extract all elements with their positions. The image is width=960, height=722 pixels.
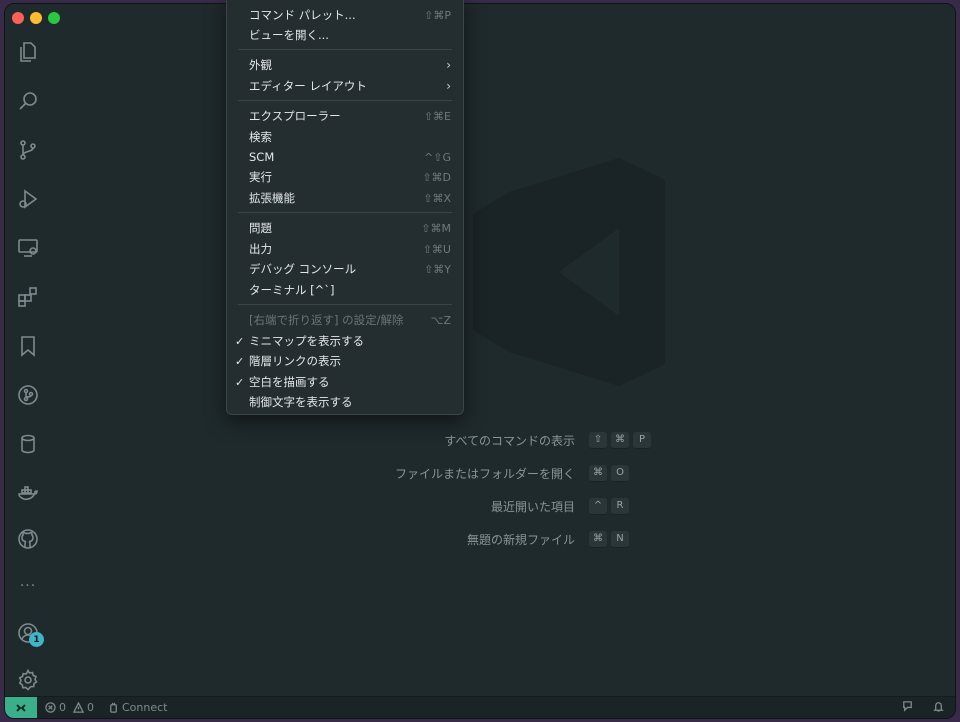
checkmark-icon: ✓ xyxy=(235,375,245,389)
source-control-icon[interactable] xyxy=(16,138,40,162)
extensions-icon[interactable] xyxy=(16,285,40,309)
shortcut-open-file-folder[interactable]: ファイルまたはフォルダーを開く ⌘ O xyxy=(395,463,629,483)
plug-icon xyxy=(110,702,117,713)
problems-indicator[interactable]: 0 0 xyxy=(45,701,94,714)
github-icon[interactable] xyxy=(16,527,40,551)
maximize-window-button[interactable] xyxy=(48,12,60,24)
menu-item-debug-console[interactable]: デバッグ コンソール ⇧⌘Y xyxy=(227,259,463,279)
key-cap: ^ xyxy=(589,497,607,515)
docker-icon[interactable] xyxy=(16,481,40,505)
menu-item-problems[interactable]: 問題 ⇧⌘M xyxy=(227,218,463,238)
remote-explorer-icon[interactable] xyxy=(16,236,40,260)
vscode-watermark-logo xyxy=(473,158,665,386)
remote-indicator[interactable] xyxy=(5,696,37,718)
menu-item-explorer[interactable]: エクスプローラー ⇧⌘E xyxy=(227,106,463,126)
activity-bar: ··· 1 xyxy=(5,4,51,698)
checkmark-icon: ✓ xyxy=(235,334,245,348)
submenu-arrow-icon: › xyxy=(446,58,451,72)
menu-item-extensions[interactable]: 拡張機能 ⇧⌘X xyxy=(227,188,463,208)
menu-separator xyxy=(238,304,452,305)
error-count: 0 xyxy=(59,701,66,714)
connect-label: Connect xyxy=(122,701,168,714)
menu-item-run[interactable]: 実行 ⇧⌘D xyxy=(227,167,463,187)
menu-item-show-breadcrumbs[interactable]: ✓ 階層リンクの表示 xyxy=(227,351,463,371)
accounts-badge: 1 xyxy=(29,632,44,647)
menu-item-terminal[interactable]: ターミナル [^`] xyxy=(227,280,463,300)
vscode-window: ··· 1 すべてのコマンドの表示 ⇧ ⌘ P ファイルまたはフォルダーを開く … xyxy=(4,3,956,719)
warning-count: 0 xyxy=(87,701,94,714)
menu-item-appearance[interactable]: 外観 › xyxy=(227,55,463,75)
menu-item-search[interactable]: 検索 xyxy=(227,127,463,147)
more-icon[interactable]: ··· xyxy=(16,574,40,598)
warning-icon xyxy=(73,702,84,713)
bell-icon[interactable] xyxy=(932,700,945,713)
menu-item-open-view[interactable]: ビューを開く... xyxy=(227,25,463,45)
remote-icon xyxy=(16,703,26,712)
key-cap: ⌘ xyxy=(589,530,607,548)
shortcut-new-untitled-file[interactable]: 無題の新規ファイル ⌘ N xyxy=(467,529,629,549)
checkmark-icon: ✓ xyxy=(235,354,245,368)
menu-item-command-palette[interactable]: コマンド パレット... ⇧⌘P xyxy=(227,5,463,25)
explorer-icon[interactable] xyxy=(16,40,40,64)
shortcut-recent-items[interactable]: 最近開いた項目 ^ R xyxy=(491,496,629,516)
close-window-button[interactable] xyxy=(12,12,24,24)
menu-item-editor-layout[interactable]: エディター レイアウト › xyxy=(227,76,463,96)
menu-separator xyxy=(238,100,452,101)
key-cap: ⌘ xyxy=(611,431,629,449)
menu-item-output[interactable]: 出力 ⇧⌘U xyxy=(227,239,463,259)
key-cap: N xyxy=(611,530,629,548)
git-graph-icon[interactable] xyxy=(16,383,40,407)
key-cap: R xyxy=(611,497,629,515)
bookmark-icon[interactable] xyxy=(16,334,40,358)
window-controls xyxy=(12,12,60,24)
connect-status[interactable]: Connect xyxy=(108,701,167,714)
view-menu: コマンド パレット... ⇧⌘P ビューを開く... 外観 › エディター レイ… xyxy=(226,0,464,415)
gear-icon[interactable] xyxy=(16,668,40,692)
run-debug-icon[interactable] xyxy=(16,187,40,211)
search-icon[interactable] xyxy=(16,89,40,113)
key-cap: ⌘ xyxy=(589,464,607,482)
shortcut-show-all-commands[interactable]: すべてのコマンドの表示 ⇧ ⌘ P xyxy=(444,430,651,450)
database-icon[interactable] xyxy=(16,432,40,456)
menu-separator xyxy=(238,49,452,50)
minimize-window-button[interactable] xyxy=(30,12,42,24)
error-icon xyxy=(45,702,56,713)
submenu-arrow-icon: › xyxy=(446,79,451,93)
menu-item-render-whitespace[interactable]: ✓ 空白を描画する xyxy=(227,372,463,392)
feedback-icon[interactable] xyxy=(901,700,914,713)
status-bar: 0 0 Connect xyxy=(5,696,955,718)
key-cap: ⇧ xyxy=(589,431,607,449)
editor-area: すべてのコマンドの表示 ⇧ ⌘ P ファイルまたはフォルダーを開く ⌘ O 最近… xyxy=(51,4,955,698)
key-cap: P xyxy=(633,431,651,449)
menu-item-render-control-characters[interactable]: 制御文字を表示する xyxy=(227,392,463,412)
key-cap: O xyxy=(611,464,629,482)
menu-item-scm[interactable]: SCM ^⇧G xyxy=(227,147,463,167)
menu-item-show-minimap[interactable]: ✓ ミニマップを表示する xyxy=(227,331,463,351)
menu-separator xyxy=(238,212,452,213)
menu-item-toggle-word-wrap: [右端で折り返す] の設定/解除 ⌥Z xyxy=(249,313,451,327)
